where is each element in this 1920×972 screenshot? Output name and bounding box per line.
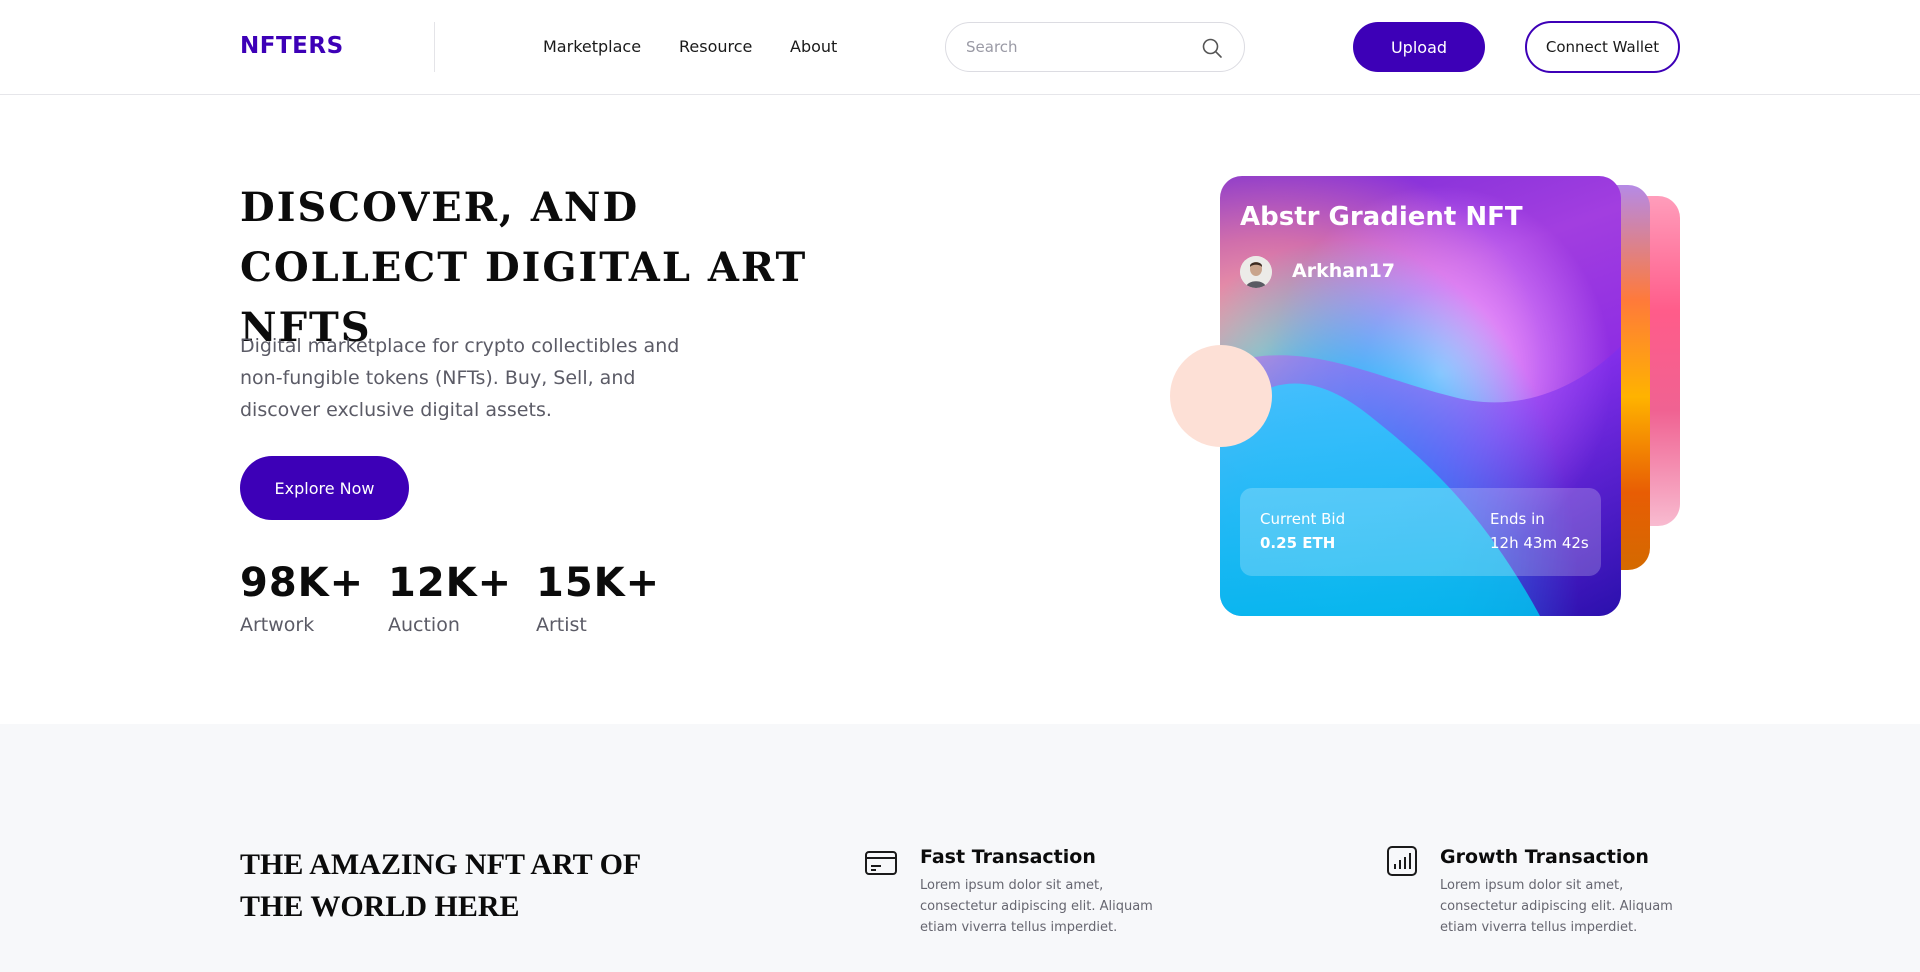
feature-description: Lorem ipsum dolor sit amet, consectetur … <box>920 878 1153 935</box>
ends-in-label: Ends in <box>1490 510 1545 528</box>
feature-title: Fast Transaction <box>920 846 1096 868</box>
feature-description: Lorem ipsum dolor sit amet, consectetur … <box>1440 878 1673 935</box>
stat-label: Artwork <box>240 614 315 636</box>
credit-card-icon <box>865 851 897 875</box>
stat-label: Artist <box>536 614 587 636</box>
upload-button[interactable]: Upload <box>1353 22 1485 72</box>
stat-artist: 15K+ Artist <box>536 558 660 636</box>
nav-link-about[interactable]: About <box>790 37 837 56</box>
features-section: THE AMAZING NFT ART OF THE WORLD HERE Fa… <box>0 724 1920 972</box>
decorative-circle <box>1170 345 1272 447</box>
nav-link-marketplace[interactable]: Marketplace <box>543 37 641 56</box>
bar-chart-icon <box>1387 846 1417 876</box>
connect-wallet-button[interactable]: Connect Wallet <box>1525 21 1680 73</box>
stat-value: 15K+ <box>536 560 661 606</box>
stat-value: 12K+ <box>388 560 513 606</box>
nav-link-resource[interactable]: Resource <box>679 37 752 56</box>
top-navbar: NFTERS Marketplace Resource About Upload… <box>0 0 1920 95</box>
stat-artwork: 98K+ Artwork <box>240 558 364 636</box>
search-icon[interactable] <box>1200 36 1224 60</box>
current-bid-label: Current Bid <box>1260 510 1346 528</box>
explore-now-button[interactable]: Explore Now <box>240 456 409 520</box>
current-bid-value: 0.25 ETH <box>1260 534 1336 552</box>
search-input[interactable] <box>966 35 1186 59</box>
site-logo[interactable]: NFTERS <box>240 33 344 59</box>
creator-name[interactable]: Arkhan17 <box>1292 260 1395 282</box>
creator-avatar[interactable] <box>1240 256 1272 288</box>
nft-card-featured[interactable]: Abstr Gradient NFT Arkhan17 Current Bid … <box>1220 176 1621 616</box>
bid-info-panel: Current Bid 0.25 ETH Ends in 12h 43m 42s <box>1240 488 1601 576</box>
ends-in-value: 12h 43m 42s <box>1490 534 1589 552</box>
stat-label: Auction <box>388 614 460 636</box>
hero-description: Digital marketplace for crypto collectib… <box>240 335 680 421</box>
header-divider <box>434 22 435 72</box>
search-bar <box>945 22 1245 72</box>
section-title: THE AMAZING NFT ART OF THE WORLD HERE <box>240 848 641 923</box>
feature-title: Growth Transaction <box>1440 846 1649 868</box>
stat-auction: 12K+ Auction <box>388 558 512 636</box>
stat-value: 98K+ <box>240 560 365 606</box>
card-title: Abstr Gradient NFT <box>1240 202 1523 232</box>
